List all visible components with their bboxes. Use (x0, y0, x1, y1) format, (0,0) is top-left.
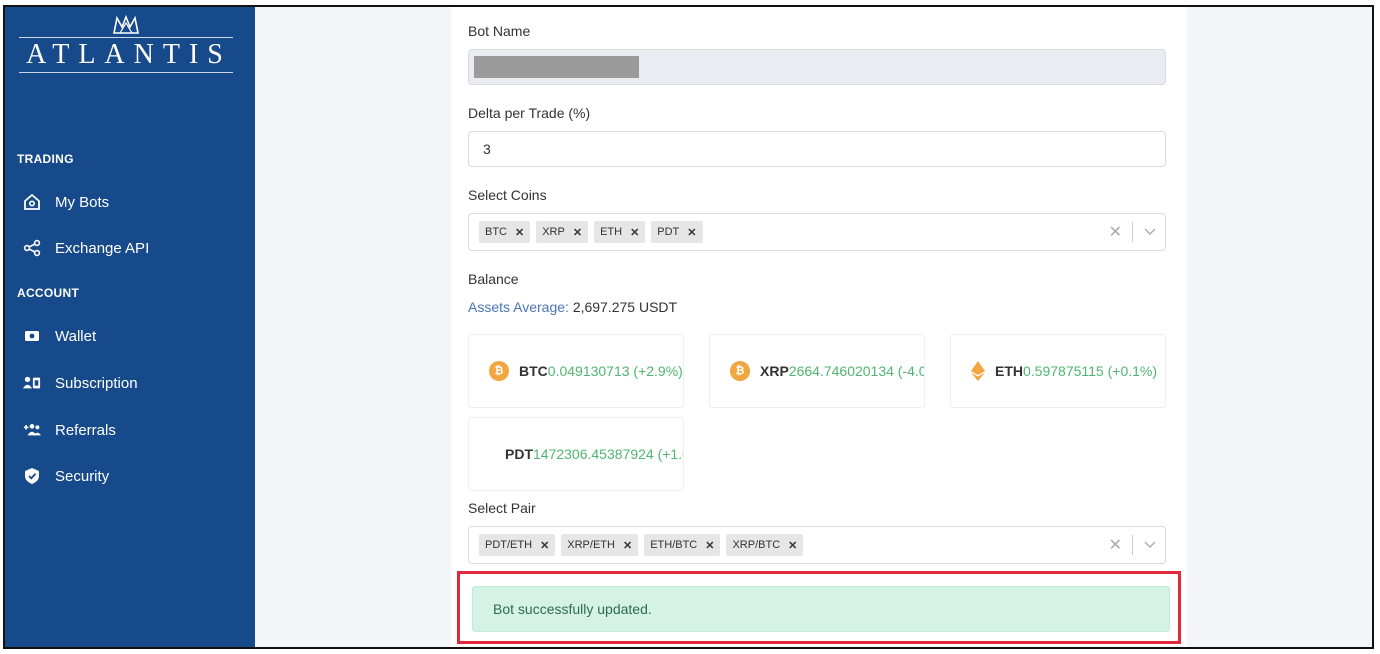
sidebar-item-wallet[interactable]: Wallet (23, 323, 96, 349)
sidebar-item-exchange-api[interactable]: Exchange API (23, 235, 149, 261)
subscription-icon (23, 374, 41, 392)
pair-chip-pdt-eth: PDT/ETH ✕ (479, 534, 556, 556)
highlight-box: Bot successfully updated. (457, 571, 1181, 644)
referrals-icon (23, 421, 41, 439)
bot-edit-form: Bot Name Delta per Trade (%) 3 Select Co… (451, 7, 1187, 647)
sidebar-item-subscription[interactable]: Subscription (23, 370, 138, 396)
assets-average-value: 2,697.275 USDT (572, 299, 678, 315)
coins-label: Select Coins (468, 187, 547, 203)
remove-chip-icon[interactable]: ✕ (540, 539, 549, 552)
balance-label: Balance (468, 271, 519, 287)
success-message: Bot successfully updated. (493, 601, 652, 617)
ethereum-icon (971, 361, 985, 381)
chevron-down-icon[interactable] (1143, 223, 1157, 241)
coin-chip-btc: BTC ✕ (479, 221, 531, 243)
remove-chip-icon[interactable]: ✕ (515, 226, 524, 239)
logo-divider (19, 37, 233, 38)
wallet-icon (23, 327, 41, 345)
pair-label: Select Pair (468, 500, 536, 516)
bot-name-label: Bot Name (468, 23, 531, 39)
logo-divider (19, 72, 233, 73)
crown-logo-icon (19, 14, 233, 35)
remove-chip-icon[interactable]: ✕ (573, 226, 582, 239)
assets-average: Assets Average: 2,697.275 USDT (468, 299, 677, 315)
sidebar-item-label: Referrals (55, 421, 116, 439)
divider (1132, 222, 1133, 242)
delta-input[interactable]: 3 (468, 131, 1166, 167)
pair-chip-xrp-eth: XRP/ETH ✕ (561, 534, 639, 556)
pair-chip-xrp-btc: XRP/BTC ✕ (726, 534, 804, 556)
bitcoin-icon: ₿ (730, 361, 750, 381)
success-alert: Bot successfully updated. (472, 586, 1170, 632)
remove-chip-icon[interactable]: ✕ (623, 539, 632, 552)
sidebar-item-my-bots[interactable]: My Bots (23, 189, 109, 215)
pair-chip-eth-btc: ETH/BTC ✕ (644, 534, 721, 556)
section-trading: TRADING (17, 152, 74, 166)
sidebar-item-label: Wallet (55, 327, 97, 345)
app-window: ATLANTIS TRADING My Bots Exchange API AC… (3, 5, 1374, 649)
balance-card-btc: ₿ BTC0.049130713 (+2.9%) (468, 334, 684, 408)
divider (1132, 535, 1133, 555)
balance-card-eth: ETH0.597875115 (+0.1%) (950, 334, 1166, 408)
shield-icon (23, 467, 41, 485)
chevron-down-icon[interactable] (1143, 536, 1157, 554)
coin-chip-pdt: PDT ✕ (651, 221, 703, 243)
pair-select[interactable]: PDT/ETH ✕ XRP/ETH ✕ ETH/BTC ✕ XRP/BTC ✕ ✕ (468, 526, 1166, 564)
home-icon (23, 193, 41, 211)
sidebar-item-referrals[interactable]: Referrals (23, 417, 116, 443)
remove-chip-icon[interactable]: ✕ (687, 226, 696, 239)
sidebar-item-security[interactable]: Security (23, 463, 109, 489)
balance-card-xrp: ₿ XRP2664.746020134 (-4.0%) (709, 334, 925, 408)
section-account: ACCOUNT (17, 286, 80, 300)
redacted-value (474, 56, 639, 78)
sidebar-item-label: Security (55, 467, 110, 485)
coin-chip-eth: ETH ✕ (594, 221, 646, 243)
coins-select[interactable]: BTC ✕ XRP ✕ ETH ✕ PDT ✕ ✕ (468, 213, 1166, 251)
sidebar-item-label: Subscription (55, 374, 138, 392)
clear-icon[interactable]: ✕ (1109, 222, 1122, 242)
remove-chip-icon[interactable]: ✕ (630, 226, 639, 239)
assets-average-label: Assets Average: (468, 299, 569, 315)
delta-value: 3 (483, 141, 491, 157)
sidebar: ATLANTIS TRADING My Bots Exchange API AC… (5, 7, 255, 647)
bot-name-input[interactable] (468, 49, 1166, 85)
brand-name: ATLANTIS (26, 39, 232, 70)
clear-icon[interactable]: ✕ (1109, 535, 1122, 555)
remove-chip-icon[interactable]: ✕ (705, 539, 714, 552)
share-icon (23, 239, 41, 257)
coin-chip-xrp: XRP ✕ (536, 221, 589, 243)
bitcoin-icon: ₿ (489, 361, 509, 381)
logo[interactable]: ATLANTIS (19, 14, 233, 75)
sidebar-item-label: My Bots (55, 193, 110, 211)
balance-card-pdt: PDT1472306.45387924 (+1.0%) (468, 417, 684, 491)
delta-label: Delta per Trade (%) (468, 105, 591, 121)
sidebar-item-label: Exchange API (55, 239, 150, 257)
remove-chip-icon[interactable]: ✕ (788, 539, 797, 552)
